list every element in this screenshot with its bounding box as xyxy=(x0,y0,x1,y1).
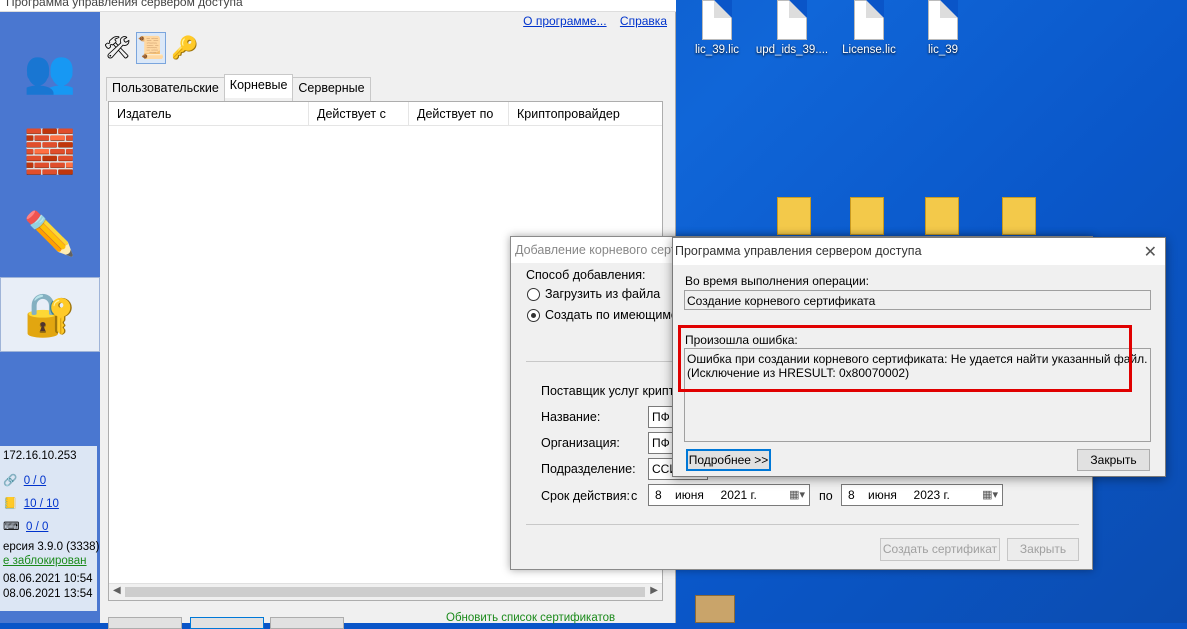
package-icon[interactable] xyxy=(695,595,735,623)
tab-root[interactable]: Корневые xyxy=(223,74,294,98)
bottom-button-3[interactable] xyxy=(270,617,344,629)
to-year: 2023 г. xyxy=(913,488,950,502)
desktop-file-label: lic_39.lic xyxy=(694,44,740,56)
operation-value: Создание корневого сертификата xyxy=(684,290,1151,310)
radio-create[interactable] xyxy=(527,309,540,322)
stat-link-1[interactable]: 0 / 0 xyxy=(24,475,46,487)
folder-icon[interactable] xyxy=(1002,197,1036,235)
radio-load-file[interactable] xyxy=(527,288,540,301)
desktop-file-label: upd_ids_39.... xyxy=(755,44,829,56)
window-title: Программа управления сервером доступа xyxy=(0,0,676,12)
bottom-button-1[interactable] xyxy=(108,617,182,629)
desktop-file-4[interactable]: lic_39 xyxy=(906,0,980,56)
file-icon xyxy=(702,0,732,40)
stat-row-1: 🔗 0 / 0 xyxy=(3,473,46,487)
nav-certificates[interactable]: 🔐 xyxy=(0,277,100,352)
add-dialog-close-button[interactable]: Закрыть xyxy=(1007,538,1079,561)
bottom-button-2[interactable] xyxy=(190,617,264,629)
scroll-right-icon[interactable]: ▶ xyxy=(650,585,658,596)
stat-row-2: 📒 10 / 10 xyxy=(3,496,59,510)
from-year: 2021 г. xyxy=(720,488,757,502)
method-label: Способ добавления: xyxy=(526,268,646,282)
to-month: июня xyxy=(868,488,897,502)
scroll-thumb[interactable] xyxy=(125,587,645,597)
error-dialog-title: Программа управления сервером доступа xyxy=(673,238,1165,265)
from-label: с xyxy=(631,489,638,503)
file-icon xyxy=(854,0,884,40)
connections-icon: 🔗 xyxy=(3,475,18,487)
horizontal-scrollbar[interactable]: ◀ ▶ xyxy=(109,583,662,600)
to-date-picker[interactable]: 8 июня 2023 г. ▦▾ xyxy=(841,484,1003,506)
create-cert-button[interactable]: Создать сертификат xyxy=(880,538,1000,561)
provider-label: Поставщик услуг криптог xyxy=(541,384,686,398)
date-1: 08.06.2021 10:54 xyxy=(3,573,93,585)
toolbar: 🛠 📜 🔑 xyxy=(102,32,200,68)
column-valid-to[interactable]: Действует по xyxy=(409,102,509,125)
journal-icon: ✏️ xyxy=(23,209,77,257)
about-link[interactable]: О программе... xyxy=(523,14,606,28)
stat-row-3: ⌨ 0 / 0 xyxy=(3,519,48,533)
top-links: О программе... Справка xyxy=(513,14,667,28)
list-header: Издатель Действует с Действует по Крипто… xyxy=(109,102,662,126)
stat-link-3[interactable]: 0 / 0 xyxy=(26,521,48,533)
tools-icon[interactable]: 🛠 xyxy=(102,32,132,64)
name-label: Название: xyxy=(541,410,601,424)
nav-firewall[interactable]: 🧱 xyxy=(0,114,100,189)
calendar-dropdown-icon[interactable]: ▦▾ xyxy=(982,488,998,501)
from-date-picker[interactable]: 8 июня 2021 г. ▦▾ xyxy=(648,484,810,506)
lock-status-link[interactable]: е заблокирован xyxy=(3,555,87,567)
firewall-icon: 🧱 xyxy=(23,127,77,175)
details-button[interactable]: Подробнее >> xyxy=(686,449,771,471)
zip-folder-icon[interactable] xyxy=(777,197,811,235)
close-icon[interactable]: ✕ xyxy=(1144,242,1157,262)
license-icon: 📒 xyxy=(3,498,18,510)
file-icon xyxy=(928,0,958,40)
keyboard-icon: ⌨ xyxy=(3,521,20,533)
server-ip: 172.16.10.253 xyxy=(3,450,77,462)
desktop-file-label: License.lic xyxy=(842,44,896,56)
folder-icon[interactable] xyxy=(850,197,884,235)
validity-label: Срок действия: xyxy=(541,489,630,503)
desktop-file-1[interactable]: lic_39.lic xyxy=(680,0,754,56)
tab-server[interactable]: Серверные xyxy=(292,77,371,101)
date-2: 08.06.2021 13:54 xyxy=(3,588,93,600)
org-label: Организация: xyxy=(541,436,620,450)
to-label: по xyxy=(819,489,833,503)
dept-label: Подразделение: xyxy=(541,462,636,476)
nav-users[interactable]: 👥 xyxy=(0,34,100,109)
folder-icon[interactable] xyxy=(925,197,959,235)
keys-icon[interactable]: 🔑 xyxy=(170,32,200,64)
nav-journal[interactable]: ✏️ xyxy=(0,196,100,271)
file-icon xyxy=(777,0,807,40)
stat-link-2[interactable]: 10 / 10 xyxy=(24,498,59,510)
desktop-file-label: lic_39 xyxy=(927,44,959,56)
operation-label: Во время выполнения операции: xyxy=(685,274,869,288)
users-icon: 👥 xyxy=(23,47,77,95)
to-day: 8 xyxy=(848,488,855,502)
key-safe-icon: 🔐 xyxy=(23,290,77,338)
from-day: 8 xyxy=(655,488,662,502)
status-panel: 172.16.10.253 🔗 0 / 0 📒 10 / 10 ⌨ 0 / 0 … xyxy=(0,446,100,611)
desktop-file-2[interactable]: upd_ids_39.... xyxy=(755,0,829,56)
calendar-dropdown-icon[interactable]: ▦▾ xyxy=(789,488,805,501)
error-highlight-box xyxy=(678,325,1132,392)
version-text: ерсия 3.9.0 (3338) xyxy=(3,541,100,553)
update-list-link[interactable]: Обновить список сертификатов xyxy=(446,612,615,624)
error-close-button[interactable]: Закрыть xyxy=(1077,449,1150,471)
certificate-icon[interactable]: 📜 xyxy=(136,32,166,64)
column-valid-from[interactable]: Действует с xyxy=(309,102,409,125)
from-month: июня xyxy=(675,488,704,502)
desktop-file-3[interactable]: License.lic xyxy=(832,0,906,56)
separator xyxy=(526,524,1079,525)
tab-user[interactable]: Пользовательские xyxy=(106,77,225,101)
column-provider[interactable]: Криптопровайдер xyxy=(509,102,662,125)
cert-tabs: Пользовательские Корневые Серверные xyxy=(106,74,371,101)
radio-load-file-label[interactable]: Загрузить из файла xyxy=(545,287,660,301)
column-issuer[interactable]: Издатель xyxy=(109,102,309,125)
help-link[interactable]: Справка xyxy=(620,14,667,28)
scroll-left-icon[interactable]: ◀ xyxy=(113,585,121,596)
